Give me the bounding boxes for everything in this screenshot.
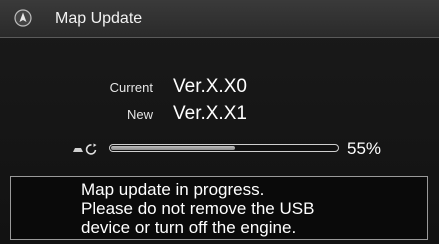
message-line: device or turn off the engine. (81, 218, 297, 237)
navigation-arrow-icon (14, 9, 32, 27)
page-title: Map Update (55, 10, 143, 27)
header-bar: Map Update (0, 0, 439, 38)
progress-bar (109, 144, 339, 152)
message-box: Map update in progress. Please do not re… (10, 176, 428, 240)
new-version-label: New (126, 107, 153, 122)
map-update-screen: Map Update Current Ver.X.X0 New Ver.X.X1… (0, 0, 439, 244)
progress-bar-fill (111, 146, 235, 150)
message-line: Map update in progress. (81, 180, 265, 199)
message-line: Please do not remove the USB (81, 199, 315, 218)
usb-sync-icon (72, 142, 100, 156)
current-version-value: Ver.X.X0 (173, 76, 247, 97)
progress-percent: 55% (347, 139, 382, 158)
current-version-label: Current (109, 80, 153, 95)
new-version-value: Ver.X.X1 (173, 103, 247, 124)
